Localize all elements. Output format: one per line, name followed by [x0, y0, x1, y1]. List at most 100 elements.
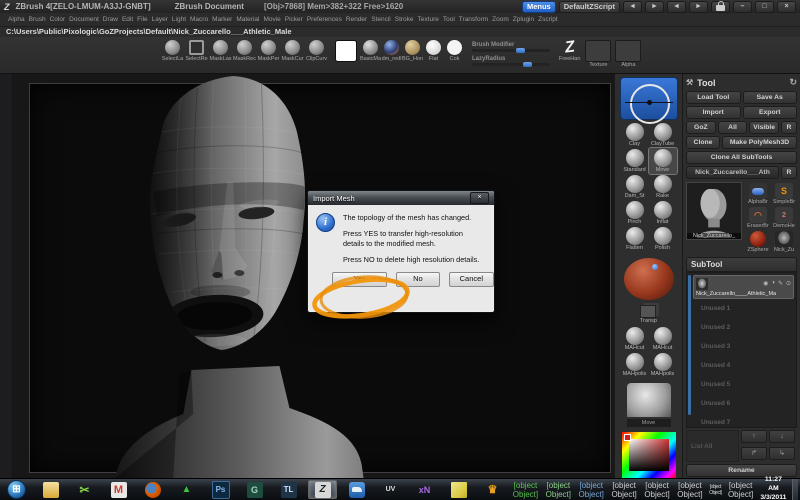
material-swatch-basicma[interactable]: BasicMa [360, 40, 381, 62]
brush-dam-st[interactable]: Dam_St [621, 174, 649, 200]
brush-inflat[interactable]: Inflat [649, 200, 677, 226]
load-tool-button[interactable]: Load Tool [686, 91, 741, 104]
brush-move[interactable]: Move [647, 146, 678, 175]
menu-material[interactable]: Material [236, 16, 259, 23]
lazy-radius-slider[interactable] [472, 62, 550, 67]
import-button[interactable]: Import [686, 106, 741, 119]
menu-file[interactable]: File [137, 16, 147, 23]
close-button[interactable]: × [777, 0, 796, 13]
taskbar-clock[interactable]: 11:27 AM 3/3/2011 [759, 476, 788, 500]
yes-button[interactable]: Yes [332, 272, 388, 288]
taskbar-app-gmail[interactable]: M [104, 480, 133, 499]
menu-preferences[interactable]: Preferences [307, 16, 342, 23]
tray-icon-phone[interactable]: [object Object] [511, 481, 540, 499]
brush-mahpolis[interactable]: MAHpolis [649, 352, 677, 378]
current-material-redwax[interactable] [623, 257, 674, 301]
taskbar-app-zbrush[interactable]: Z [308, 480, 337, 499]
material-swatch-dm-redl[interactable]: dm_redl [382, 40, 401, 62]
stroke-selector[interactable]: Z FreeHan [559, 38, 580, 62]
subtool-item-icon--[interactable]: ⊙ [786, 280, 791, 287]
menu-edit[interactable]: Edit [122, 16, 133, 23]
menu-movie[interactable]: Movie [263, 16, 280, 23]
slider-thumb[interactable] [523, 62, 533, 67]
cancel-button[interactable]: Cancel [448, 272, 495, 288]
taskbar-app-car[interactable] [342, 480, 371, 499]
prev-ui-button[interactable]: ◄ [623, 0, 642, 13]
active-tool-slider[interactable]: Nick_Zuccarello___Ath [686, 166, 779, 179]
history-icon[interactable]: ↻ [789, 77, 797, 88]
tray-icon-camera[interactable]: [object Object] [544, 481, 573, 499]
brush-polish[interactable]: Polish [649, 226, 677, 252]
menu-zoom[interactable]: Zoom [492, 16, 509, 23]
recent-tool-zsphere[interactable]: ZSphere [745, 230, 771, 254]
shelf-tool-maskcur[interactable]: MaskCur [282, 40, 304, 62]
recent-tool-eraserbr[interactable]: ◠ EraserBr [745, 206, 771, 230]
brush-flatten[interactable]: Flatten [621, 226, 649, 252]
clone-all-subtools-button[interactable]: Clone All SubTools [686, 151, 797, 164]
subtool-slot-unused-7[interactable]: Unused 7 [693, 413, 794, 432]
taskbar-app-topogun[interactable]: TL [274, 480, 303, 499]
subtool-slot-unused-5[interactable]: Unused 5 [693, 375, 794, 394]
material-swatch-cok[interactable]: Cok [445, 40, 464, 62]
restore-button[interactable]: □ [755, 0, 774, 13]
active-tool-r-button[interactable]: R [781, 166, 797, 179]
menu-marker[interactable]: Marker [212, 16, 232, 23]
menu-macro[interactable]: Macro [190, 16, 208, 23]
taskbar-app-start[interactable]: ⊞ [2, 480, 31, 499]
texture-selector[interactable]: Texture [585, 40, 612, 68]
recent-tool-simplebr[interactable]: S SimpleBr [771, 182, 797, 206]
menu-zscript[interactable]: Zscript [538, 16, 558, 23]
goz-visible-button[interactable]: Visible [749, 121, 780, 134]
brush-claytube[interactable]: ClayTube [649, 122, 677, 148]
brush-rake[interactable]: Rake [649, 174, 677, 200]
subtool-nav-button--[interactable]: ↱ [741, 447, 767, 460]
goz-all-button[interactable]: All [717, 121, 748, 134]
save-as-button[interactable]: Save As [742, 91, 797, 104]
tray-icon-diamond[interactable]: [object Object] [643, 481, 672, 499]
lock-button[interactable] [711, 0, 730, 13]
recent-tool-alphabr[interactable]: AlphaBr [745, 182, 771, 206]
menu-brush[interactable]: Brush [29, 16, 46, 23]
current-color-swatch[interactable] [335, 40, 357, 62]
active-tool-thumbnail[interactable]: Nick_Zuccarello_ [686, 182, 742, 240]
dialog-close-button[interactable]: × [470, 192, 489, 204]
shelf-tool-selectre[interactable]: SelectRe [185, 40, 208, 62]
brush-mahpolis[interactable]: MAHpolis [621, 352, 649, 378]
color-picker[interactable] [621, 432, 676, 478]
tray-icon-network[interactable]: [object Object] [708, 484, 722, 496]
goz-button[interactable]: GoZ [686, 121, 716, 134]
brush-pinch[interactable]: Pinch [621, 200, 649, 226]
menu-transform[interactable]: Transform [459, 16, 488, 23]
taskbar-app-delta[interactable]: ▲ [172, 480, 201, 499]
subtool-section-header[interactable]: SubTool [686, 257, 797, 272]
brush-mahcut[interactable]: MAHcut [621, 326, 649, 352]
tray-icon-globe[interactable]: [object Object] [577, 481, 606, 499]
shelf-tool-masklas[interactable]: MaskLas [210, 40, 232, 62]
transp-toggle[interactable]: Transp [640, 305, 657, 324]
clone-button[interactable]: Clone [686, 136, 720, 149]
left-tray[interactable] [0, 74, 13, 478]
brush-standard[interactable]: Standard [621, 148, 649, 174]
menu-zplugin[interactable]: Zplugin [513, 16, 534, 23]
shelf-tool-maskrec[interactable]: MaskRec [233, 40, 256, 62]
prev-doc-button[interactable]: ◄ [667, 0, 686, 13]
material-swatch-bg-hon[interactable]: BG_Hon [402, 40, 423, 62]
current-brush-move[interactable] [619, 77, 678, 124]
shelf-tool-clipcurv[interactable]: ClipCurv [306, 40, 327, 62]
material-swatch-flat[interactable]: Flat [424, 40, 443, 62]
show-desktop-button[interactable] [791, 478, 798, 500]
brush-clay[interactable]: Clay [621, 122, 649, 148]
taskbar-app-explorer[interactable] [36, 480, 65, 499]
taskbar-app-xnormal[interactable]: xN [410, 480, 439, 499]
menus-toggle-button[interactable]: Menus [521, 0, 556, 13]
menu-tool[interactable]: Tool [443, 16, 455, 23]
subtool-slot-unused-6[interactable]: Unused 6 [693, 394, 794, 413]
taskbar-app-notes[interactable] [444, 480, 473, 499]
menu-picker[interactable]: Picker [285, 16, 303, 23]
brush-modifier-slider[interactable] [472, 48, 550, 53]
menu-layer[interactable]: Layer [152, 16, 168, 23]
alpha-selector[interactable]: Alpha [615, 40, 642, 68]
subtool-item-icon--[interactable]: ◉ [763, 280, 768, 287]
menu-alpha[interactable]: Alpha [8, 16, 25, 23]
recent-tool-nick-zu[interactable]: Nick_Zu [771, 230, 797, 254]
